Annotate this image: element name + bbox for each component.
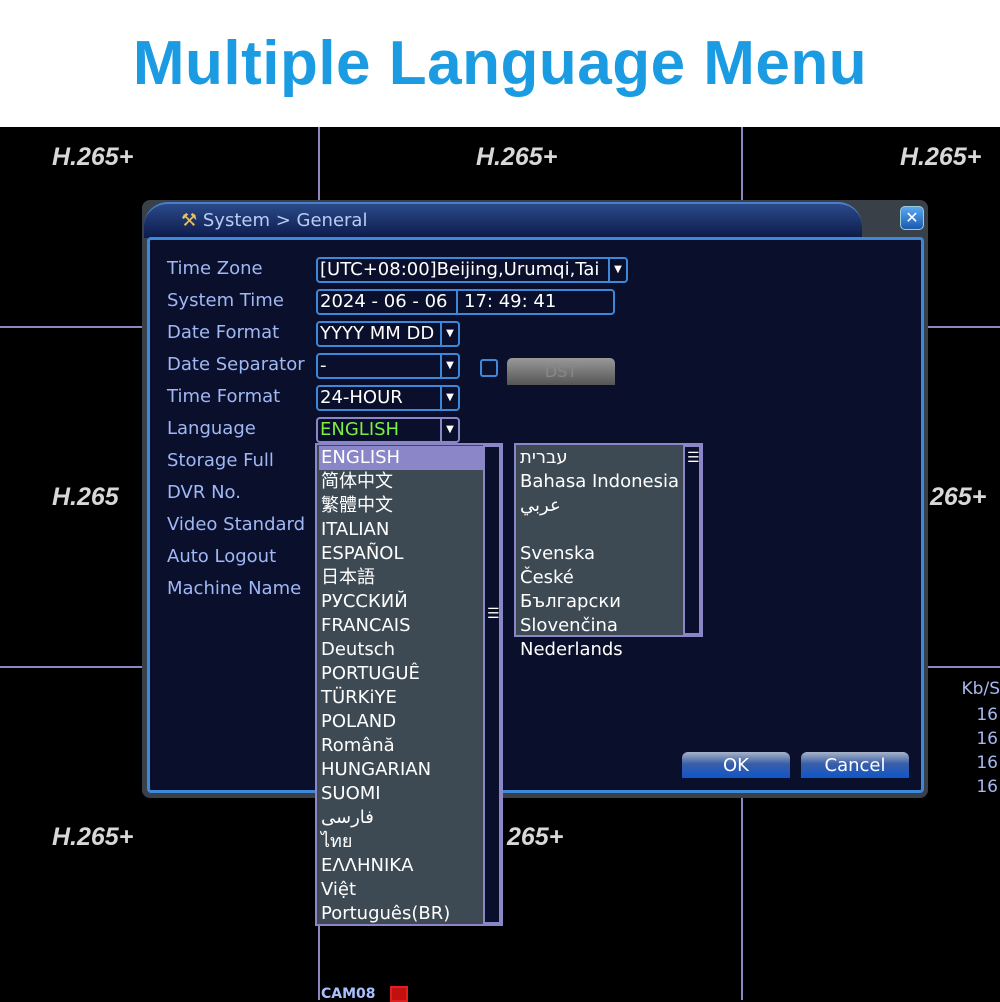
date-separator-value: - bbox=[320, 355, 327, 376]
chevron-down-icon: ▼ bbox=[440, 323, 458, 345]
dialog-title: System > General bbox=[202, 210, 368, 231]
language-option[interactable]: Български bbox=[518, 590, 682, 614]
chevron-down-icon: ▼ bbox=[440, 419, 458, 441]
label-dvr-no: DVR No. bbox=[167, 482, 241, 503]
scrollbar[interactable]: ☰ bbox=[683, 445, 701, 635]
dst-checkbox[interactable] bbox=[480, 359, 498, 377]
chevron-down-icon: ▼ bbox=[440, 355, 458, 377]
system-time-field[interactable]: 2024 - 06 - 06 17: 49: 41 bbox=[316, 289, 615, 315]
language-option[interactable]: SUOMI bbox=[319, 782, 483, 806]
dialog-titlebar: ⚒ System > General bbox=[144, 202, 862, 238]
codec-label: H.265+ bbox=[900, 143, 982, 171]
time-zone-select[interactable]: [UTC+08:00]Beijing,Urumqi,Tai ▼ bbox=[316, 257, 628, 283]
language-option[interactable]: ΕΛΛΗΝΙΚΑ bbox=[319, 854, 483, 878]
scrollbar[interactable]: ☰ bbox=[483, 445, 501, 924]
kbs-value: 16 bbox=[976, 729, 998, 749]
language-option[interactable]: عربي bbox=[518, 494, 682, 518]
language-option[interactable]: Svenska bbox=[518, 542, 682, 566]
language-option[interactable]: ITALIAN bbox=[319, 518, 483, 542]
label-machine-name: Machine Name bbox=[167, 578, 302, 599]
kbs-value: 16 bbox=[976, 777, 998, 797]
system-date-value: 2024 - 06 - 06 bbox=[320, 291, 448, 312]
language-select[interactable]: ENGLISH ▼ bbox=[316, 417, 460, 443]
language-option[interactable]: РУССКИЙ bbox=[319, 590, 483, 614]
label-video-standard: Video Standard bbox=[167, 514, 306, 535]
codec-label: H.265+ bbox=[52, 143, 134, 171]
dst-button[interactable]: DST bbox=[507, 358, 615, 385]
language-option[interactable]: Português(BR) bbox=[319, 902, 483, 926]
scroll-thumb-icon[interactable]: ☰ bbox=[687, 451, 700, 465]
label-storage-full: Storage Full bbox=[167, 450, 274, 471]
time-format-value: 24-HOUR bbox=[320, 387, 403, 408]
label-language: Language bbox=[167, 418, 256, 439]
label-date-separator: Date Separator bbox=[167, 354, 305, 375]
chevron-down-icon: ▼ bbox=[440, 387, 458, 409]
language-option[interactable]: HUNGARIAN bbox=[319, 758, 483, 782]
banner: Multiple Language Menu bbox=[0, 0, 1000, 127]
language-option[interactable]: TÜRKiYE bbox=[319, 686, 483, 710]
language-option[interactable]: 简体中文 bbox=[319, 470, 483, 494]
language-list-left: ☰ ENGLISH 简体中文 繁體中文 ITALIAN ESPAÑOL 日本語 РУССКИ… bbox=[315, 443, 503, 926]
language-option[interactable]: עברית bbox=[518, 446, 682, 470]
language-option[interactable]: Việt bbox=[319, 878, 483, 902]
language-option[interactable]: ESPAÑOL bbox=[319, 542, 483, 566]
codec-label: 265+ bbox=[930, 483, 987, 511]
language-option[interactable]: فارسی bbox=[319, 806, 483, 830]
tools-icon: ⚒ bbox=[181, 210, 198, 231]
language-option[interactable]: PORTUGUÊ bbox=[319, 662, 483, 686]
language-option[interactable]: FRANCAIS bbox=[319, 614, 483, 638]
date-format-select[interactable]: YYYY MM DD ▼ bbox=[316, 321, 460, 347]
codec-label: H.265 bbox=[52, 483, 119, 511]
date-separator-select[interactable]: - ▼ bbox=[316, 353, 460, 379]
banner-title: Multiple Language Menu bbox=[132, 29, 868, 98]
language-option[interactable]: 日本語 bbox=[319, 566, 483, 590]
language-option[interactable]: České bbox=[518, 566, 682, 590]
ok-button[interactable]: OK bbox=[682, 752, 790, 778]
language-option[interactable]: ENGLISH bbox=[319, 446, 485, 470]
chevron-down-icon: ▼ bbox=[608, 259, 626, 281]
language-option[interactable]: Deutsch bbox=[319, 638, 483, 662]
label-auto-logout: Auto Logout bbox=[167, 546, 277, 567]
kbs-value: 16 bbox=[976, 705, 998, 725]
language-option[interactable]: Slovenčina bbox=[518, 614, 682, 638]
language-list-right: ☰ עברית Bahasa Indonesia عربي Svenska České Б… bbox=[514, 443, 703, 660]
language-option[interactable]: Bahasa Indonesia bbox=[518, 470, 682, 494]
kbs-header: Kb/S bbox=[961, 679, 1000, 699]
kbs-value: 16 bbox=[976, 753, 998, 773]
label-date-format: Date Format bbox=[167, 322, 280, 343]
language-option[interactable]: POLAND bbox=[319, 710, 483, 734]
codec-label: 265+ bbox=[507, 823, 564, 851]
close-button[interactable]: ✕ bbox=[900, 206, 924, 230]
language-value: ENGLISH bbox=[320, 419, 400, 440]
time-zone-value: [UTC+08:00]Beijing,Urumqi,Tai bbox=[320, 259, 600, 280]
cancel-button[interactable]: Cancel bbox=[801, 752, 909, 778]
codec-label: H.265+ bbox=[52, 823, 134, 851]
codec-label: H.265+ bbox=[476, 143, 558, 171]
language-option[interactable]: 繁體中文 bbox=[319, 494, 483, 518]
label-time-zone: Time Zone bbox=[167, 258, 263, 279]
date-format-value: YYYY MM DD bbox=[320, 323, 435, 344]
time-format-select[interactable]: 24-HOUR ▼ bbox=[316, 385, 460, 411]
language-option[interactable]: ไทย bbox=[319, 830, 483, 854]
language-option[interactable] bbox=[518, 518, 682, 542]
system-time-value: 17: 49: 41 bbox=[456, 291, 556, 313]
label-time-format: Time Format bbox=[167, 386, 281, 407]
scroll-thumb-icon[interactable]: ☰ bbox=[487, 607, 500, 621]
language-option[interactable]: Română bbox=[319, 734, 483, 758]
label-system-time: System Time bbox=[167, 290, 284, 311]
language-option[interactable]: Nederlands bbox=[518, 638, 682, 662]
